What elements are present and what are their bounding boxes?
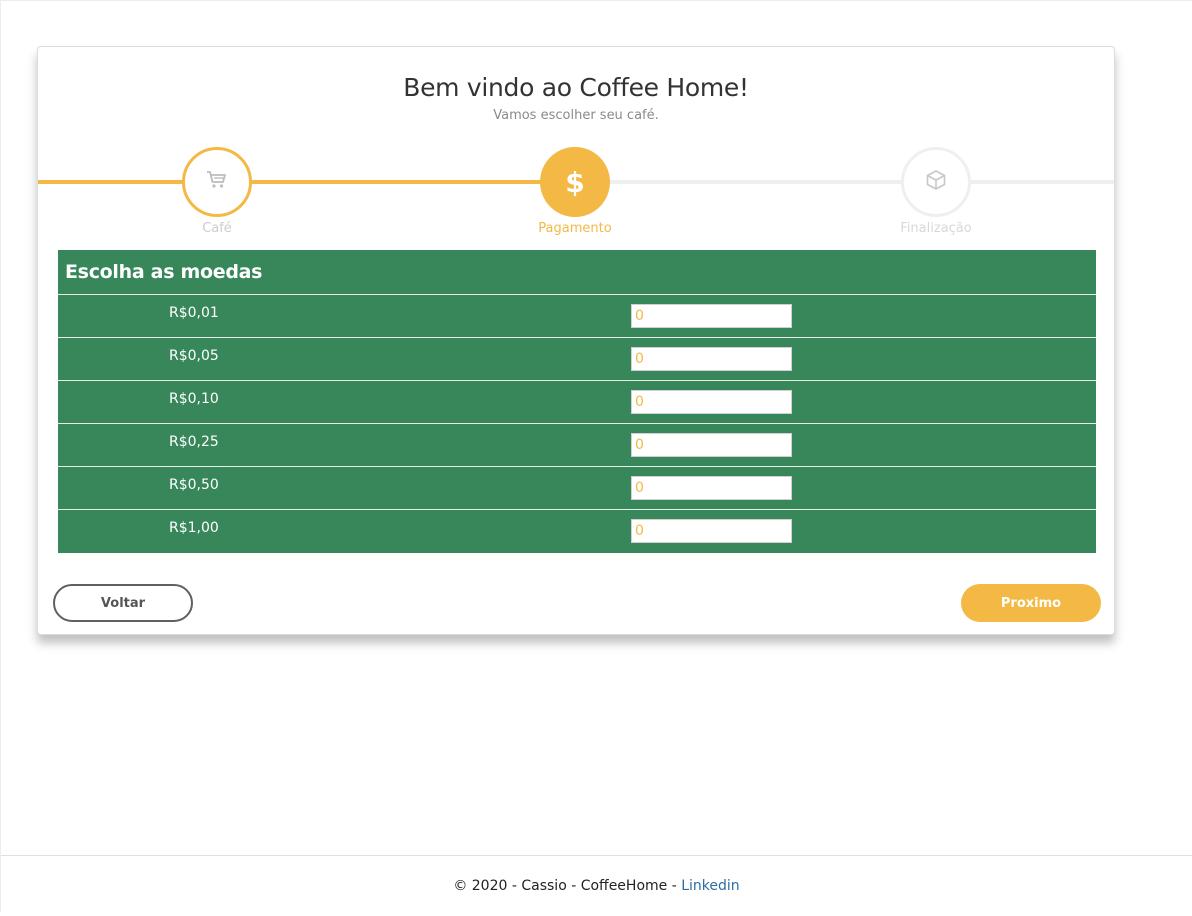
step-label-finalizacao: Finalização <box>900 221 972 236</box>
coin-quantity-input[interactable] <box>631 476 792 500</box>
progress-line-pending <box>576 180 1114 184</box>
coin-row: R$0,50 <box>58 467 1096 510</box>
coin-label: R$0,05 <box>169 348 219 364</box>
back-button[interactable]: Voltar <box>53 584 193 622</box>
coin-row: R$0,01 <box>58 295 1096 338</box>
coin-row: R$0,05 <box>58 338 1096 381</box>
wizard-card: Bem vindo ao Coffee Home! Vamos escolher… <box>37 46 1115 635</box>
coin-row: R$0,10 <box>58 381 1096 424</box>
dollar-icon: $ <box>565 165 585 199</box>
step-label-pagamento: Pagamento <box>538 221 612 236</box>
linkedin-link[interactable]: Linkedin <box>681 878 739 894</box>
coin-label: R$0,50 <box>169 477 219 493</box>
box-icon <box>925 169 947 195</box>
step-finalizacao[interactable] <box>901 147 971 217</box>
coins-panel-title: Escolha as moedas <box>58 250 1096 295</box>
page-title: Bem vindo ao Coffee Home! <box>403 73 749 102</box>
coin-label: R$0,01 <box>169 305 219 321</box>
progress-line-done <box>38 180 576 184</box>
footer: © 2020 - Cassio - CoffeeHome - Linkedin <box>1 855 1192 914</box>
cart-icon <box>206 170 228 194</box>
step-label-cafe: Café <box>202 221 232 236</box>
step-cafe[interactable] <box>182 147 252 217</box>
coins-panel: Escolha as moedas R$0,01 R$0,05 R$0,10 R… <box>58 250 1096 553</box>
coin-quantity-input[interactable] <box>631 519 792 543</box>
coin-label: R$1,00 <box>169 520 219 536</box>
coin-quantity-input[interactable] <box>631 390 792 414</box>
coin-quantity-input[interactable] <box>631 347 792 371</box>
next-button[interactable]: Proximo <box>961 584 1101 622</box>
coin-label: R$0,10 <box>169 391 219 407</box>
footer-text: © 2020 - Cassio - CoffeeHome - <box>453 878 682 894</box>
coin-quantity-input[interactable] <box>631 304 792 328</box>
coin-row: R$1,00 <box>58 510 1096 553</box>
page-subtitle: Vamos escolher seu café. <box>493 108 659 123</box>
step-pagamento[interactable]: $ <box>540 147 610 217</box>
coin-quantity-input[interactable] <box>631 433 792 457</box>
coin-label: R$0,25 <box>169 434 219 450</box>
coin-row: R$0,25 <box>58 424 1096 467</box>
